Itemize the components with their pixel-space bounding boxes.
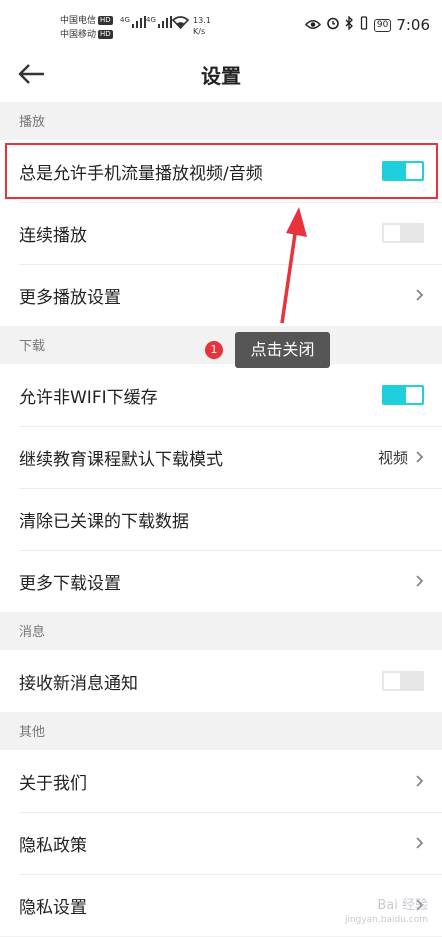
app-bar: 设置 (0, 46, 442, 102)
settings-row-new-message-notify[interactable]: 接收新消息通知 (0, 650, 442, 712)
system-status-icons: 90 7:06 (304, 15, 430, 34)
settings-row-more-play[interactable]: 更多播放设置 (0, 264, 442, 326)
toggle-switch-on[interactable] (382, 385, 424, 405)
settings-row-about-us[interactable]: 关于我们 (0, 750, 442, 812)
watermark-url: jingyan.baidu.com (344, 915, 428, 925)
hd-badge-2: HD (98, 30, 113, 39)
toggle-switch-off[interactable] (382, 671, 424, 691)
settings-row-mobile-data-playback[interactable]: 总是允许手机流量播放视频/音频 (0, 140, 442, 202)
alarm-icon (326, 16, 340, 34)
chevron-right-icon (416, 837, 424, 849)
tip-callout: 点击关闭 (235, 332, 330, 368)
settings-row-non-wifi-cache[interactable]: 允许非WIFI下缓存 (0, 364, 442, 426)
section-header-other: 其他 (0, 712, 442, 750)
chevron-right-icon (416, 575, 424, 587)
settings-row-label: 清除已关课的下载数据 (19, 511, 189, 532)
settings-row-label: 更多播放设置 (19, 287, 121, 308)
settings-row-label: 总是允许手机流量播放视频/音频 (19, 163, 263, 184)
settings-row-label: 更多下载设置 (19, 573, 121, 594)
bluetooth-icon (345, 15, 354, 34)
settings-row-label: 继续教育课程默认下载模式 (19, 449, 223, 470)
settings-row-clear-download-data[interactable]: 清除已关课的下载数据 (0, 488, 442, 550)
annotation-arrow-icon (280, 207, 307, 324)
carrier-2: 中国移动 (60, 30, 97, 40)
battery-icon: 90 (373, 18, 392, 32)
carrier-1: 中国电信 (60, 16, 97, 26)
chevron-right-icon (416, 451, 424, 463)
settings-row-label: 接收新消息通知 (19, 673, 138, 694)
signal-icon-1: 4G (120, 16, 147, 30)
wifi-icon (171, 16, 190, 30)
watermark-text: Bai 经验 (377, 898, 428, 913)
chevron-right-icon (416, 775, 424, 787)
page-title: 设置 (201, 64, 241, 88)
chevron-right-icon (416, 289, 424, 301)
settings-list: 播放 总是允许手机流量播放视频/音频 连续播放 更多播放设置 下载 允许非WIF… (0, 102, 442, 936)
hd-badge-1: HD (98, 16, 113, 25)
status-bar: 中国电信 HD 中国移动 HD 4G 4G 13.1 K/s 90 7:06 (0, 0, 442, 46)
section-header-play: 播放 (0, 102, 442, 140)
section-header-messages: 消息 (0, 612, 442, 650)
signal-icon-2: 4G (146, 16, 173, 30)
toggle-switch-on[interactable] (382, 161, 424, 181)
settings-row-value: 视频 (377, 448, 408, 467)
settings-row-continuous-play[interactable]: 连续播放 (0, 202, 442, 264)
eye-icon (304, 16, 321, 34)
watermark: Bai 经验 jingyan.baidu.com (345, 899, 428, 927)
settings-row-label: 允许非WIFI下缓存 (19, 387, 158, 408)
settings-row-default-download-mode[interactable]: 继续教育课程默认下载模式 视频 (0, 426, 442, 488)
toggle-switch-off[interactable] (382, 223, 424, 243)
settings-row-more-download[interactable]: 更多下载设置 (0, 550, 442, 612)
carrier-info: 中国电信 HD 中国移动 HD (60, 14, 113, 42)
settings-row-label: 关于我们 (19, 773, 87, 794)
clock: 7:06 (396, 16, 430, 34)
settings-row-label: 隐私政策 (19, 835, 87, 856)
vibrate-icon (359, 16, 369, 34)
step-number-badge: 1 (205, 341, 223, 359)
settings-row-privacy-policy[interactable]: 隐私政策 (0, 812, 442, 874)
net-speed: 13.1 K/s (193, 16, 211, 36)
settings-row-label: 连续播放 (19, 225, 87, 246)
